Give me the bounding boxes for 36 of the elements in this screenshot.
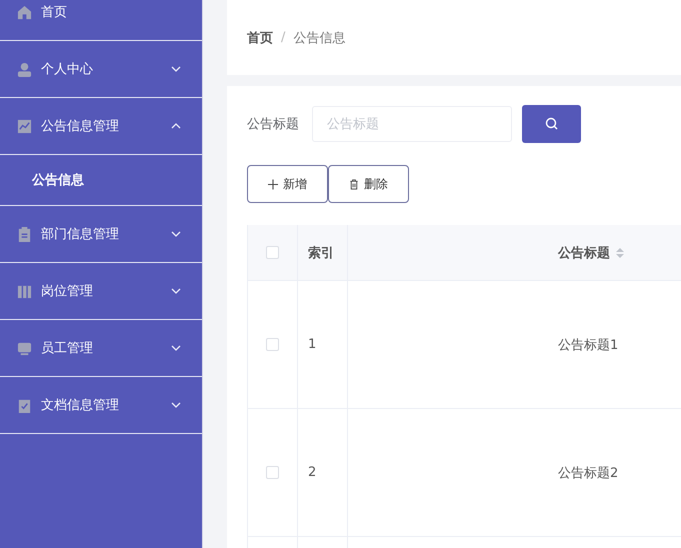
home-icon	[17, 4, 32, 20]
search-label: 公告标题	[247, 116, 299, 133]
chart-icon	[17, 118, 32, 134]
search-button[interactable]	[522, 105, 581, 143]
menu-item[interactable]: 部门信息管理	[0, 206, 202, 263]
breadcrumb-item[interactable]: 首页	[247, 28, 273, 46]
submenu-item[interactable]: 公告信息	[0, 155, 202, 205]
checkbox[interactable]	[266, 338, 279, 351]
plus-icon	[268, 178, 278, 190]
breadcrumb-item: 公告信息	[293, 30, 346, 46]
table-cell-text: 公告标题1	[558, 336, 618, 354]
breadcrumb-separator: /	[281, 30, 286, 45]
menu-item[interactable]: 首页	[0, 0, 202, 41]
checkbox[interactable]	[266, 466, 279, 479]
menu-item[interactable]: 岗位管理	[0, 263, 202, 320]
table-cell: 1	[308, 337, 316, 352]
menu-item[interactable]: 个人中心	[0, 41, 202, 98]
checkbox[interactable]	[266, 246, 279, 259]
check-icon	[17, 398, 32, 412]
table-cell: 2	[308, 465, 316, 480]
book-icon	[17, 284, 32, 298]
monitor-icon	[17, 340, 32, 356]
clipboard-icon	[17, 226, 32, 242]
column-header: 索引	[298, 225, 348, 280]
delete-button[interactable]: 删除	[328, 165, 409, 203]
menu-item[interactable]: 公告信息管理	[0, 98, 202, 155]
trash-icon	[349, 178, 359, 190]
table-cell-text: 公告标题2	[558, 464, 618, 482]
user-icon	[17, 62, 32, 76]
menu-item[interactable]: 员工管理	[0, 320, 202, 377]
column-header: 公告标题	[348, 225, 681, 280]
sort-icon[interactable]	[616, 246, 624, 258]
search-field[interactable]: 公告标题	[312, 106, 512, 142]
menu-item[interactable]: 文档信息管理	[0, 377, 202, 434]
add-button[interactable]: 新增	[247, 165, 328, 203]
search-icon	[544, 117, 558, 131]
